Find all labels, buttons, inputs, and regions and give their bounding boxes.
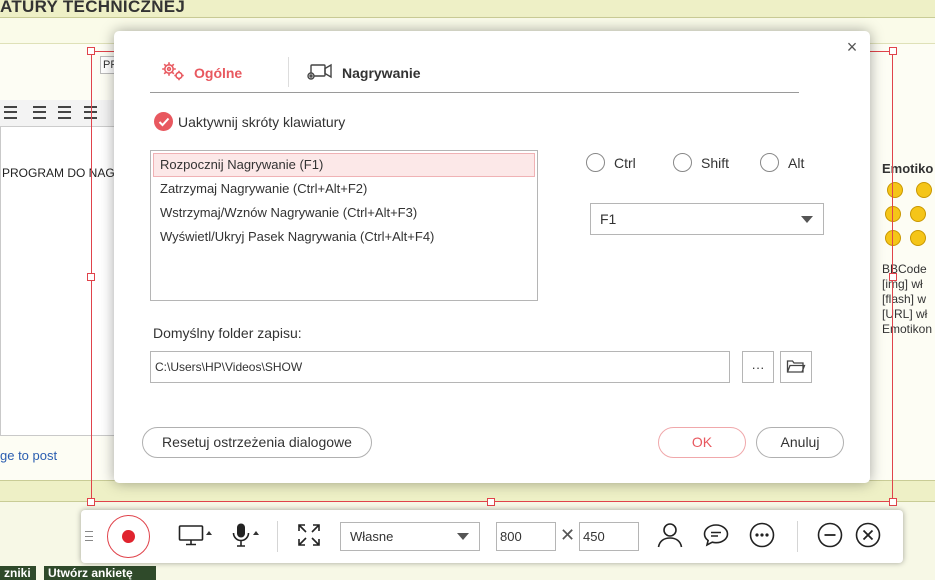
minimize-button[interactable] [814, 522, 846, 550]
tab-recording-label: Nagrywanie [342, 64, 421, 81]
close-circle-icon [855, 522, 881, 551]
list-icon[interactable] [58, 106, 71, 119]
expand-icon [297, 523, 321, 550]
record-button[interactable] [107, 515, 150, 558]
size-preset-select[interactable]: Własne [340, 522, 480, 551]
recorder-toolbar: Własne ✕ [81, 510, 903, 563]
close-recorder-button[interactable] [852, 522, 884, 550]
tab-recording[interactable]: Nagrywanie [306, 53, 421, 92]
hotkey-item[interactable]: Wstrzymaj/Wznów Nagrywanie (Ctrl+Alt+F3) [153, 201, 535, 225]
key-select[interactable]: F1 [590, 203, 824, 235]
resize-handle-right[interactable] [889, 273, 897, 281]
cancel-button[interactable]: Anuluj [756, 427, 844, 458]
drag-handle-icon[interactable] [85, 531, 93, 541]
tab-divider [288, 57, 289, 87]
alt-radio-label: Alt [788, 154, 805, 171]
more-options-button[interactable] [746, 522, 778, 550]
folder-icon [786, 358, 806, 377]
resize-handle-bottom[interactable] [487, 498, 495, 506]
webcam-button[interactable] [654, 522, 686, 550]
settings-dialog: × Ogólne Nagrywanie Uaktywnij skróty kla… [114, 31, 870, 483]
record-dot-icon [122, 530, 135, 543]
enable-shortcuts-label: Uaktywnij skróty klawiatury [178, 113, 346, 130]
tab-general[interactable]: Ogólne [160, 53, 242, 92]
tab-general-label: Ogólne [194, 64, 243, 81]
folder-label: Domyślny folder zapisu: [153, 325, 302, 341]
settings-tabs: Ogólne Nagrywanie [150, 53, 799, 93]
ctrl-radio-label: Ctrl [614, 154, 636, 171]
resize-handle-left[interactable] [87, 273, 95, 281]
wink-icon[interactable] [910, 206, 926, 222]
more-icon [749, 522, 775, 551]
height-input[interactable] [579, 522, 639, 551]
toolbar-divider [797, 521, 798, 552]
open-folder-button[interactable] [780, 351, 812, 383]
monitor-icon [178, 524, 204, 549]
gears-icon [160, 60, 186, 85]
caret-up-icon [253, 531, 259, 535]
minimize-icon [817, 522, 843, 551]
shift-radio-circle [673, 153, 692, 172]
annotate-button[interactable] [700, 522, 732, 550]
folder-path-input[interactable] [150, 351, 730, 383]
hotkey-item[interactable]: Rozpocznij Nagrywanie (F1) [153, 153, 535, 177]
checkmark-icon [154, 112, 173, 131]
user-icon [657, 522, 683, 551]
hotkey-list: Rozpocznij Nagrywanie (F1) Zatrzymaj Nag… [150, 150, 538, 301]
width-input[interactable] [496, 522, 556, 551]
hotkey-item[interactable]: Wyświetl/Ukryj Pasek Nagrywania (Ctrl+Al… [153, 225, 535, 249]
question-icon[interactable] [910, 230, 926, 246]
ctrl-radio[interactable]: Ctrl [586, 153, 636, 172]
microphone-button[interactable] [227, 522, 263, 550]
shift-radio-label: Shift [701, 154, 730, 171]
screen-source-button[interactable] [175, 522, 215, 550]
align-icon[interactable] [4, 106, 17, 119]
toolbar-divider [277, 521, 278, 552]
reset-warnings-button[interactable]: Resetuj ostrzeżenia dialogowe [142, 427, 372, 458]
resize-handle-bottom-right[interactable] [889, 498, 897, 506]
browse-button[interactable]: ··· [742, 351, 774, 383]
times-icon: ✕ [560, 525, 576, 545]
ok-button[interactable]: OK [658, 427, 746, 458]
alt-radio[interactable]: Alt [760, 153, 804, 172]
resize-handle-bottom-left[interactable] [87, 498, 95, 506]
microphone-icon [231, 522, 251, 551]
size-preset-value: Własne [350, 529, 394, 544]
chevron-down-icon [457, 533, 469, 540]
indent-icon[interactable] [33, 106, 46, 119]
chat-bubble-icon [703, 523, 729, 550]
resize-handle-top-left[interactable] [87, 47, 95, 55]
hotkey-item[interactable]: Zatrzymaj Nagrywanie (Ctrl+Alt+F2) [153, 177, 535, 201]
alt-radio-circle [760, 153, 779, 172]
resize-handle-top-right[interactable] [889, 47, 897, 55]
create-poll-button[interactable]: Utwórz ankietę [44, 566, 156, 580]
fullscreen-button[interactable] [293, 522, 325, 550]
attachments-button[interactable]: zniki [0, 566, 36, 580]
key-select-value: F1 [600, 211, 617, 227]
forum-title: ATURY TECHNICZNEJ [0, 0, 186, 16]
chevron-down-icon [801, 216, 813, 223]
close-icon[interactable]: × [844, 38, 860, 56]
post-link[interactable]: ge to post [0, 448, 57, 463]
caret-up-icon [206, 531, 212, 535]
enable-shortcuts-checkbox[interactable]: Uaktywnij skróty klawiatury [154, 112, 345, 131]
forum-header: ATURY TECHNICZNEJ [0, 0, 935, 18]
ctrl-radio-circle [586, 153, 605, 172]
camera-icon [306, 60, 334, 85]
grin-icon[interactable] [916, 182, 932, 198]
shift-radio[interactable]: Shift [673, 153, 729, 172]
